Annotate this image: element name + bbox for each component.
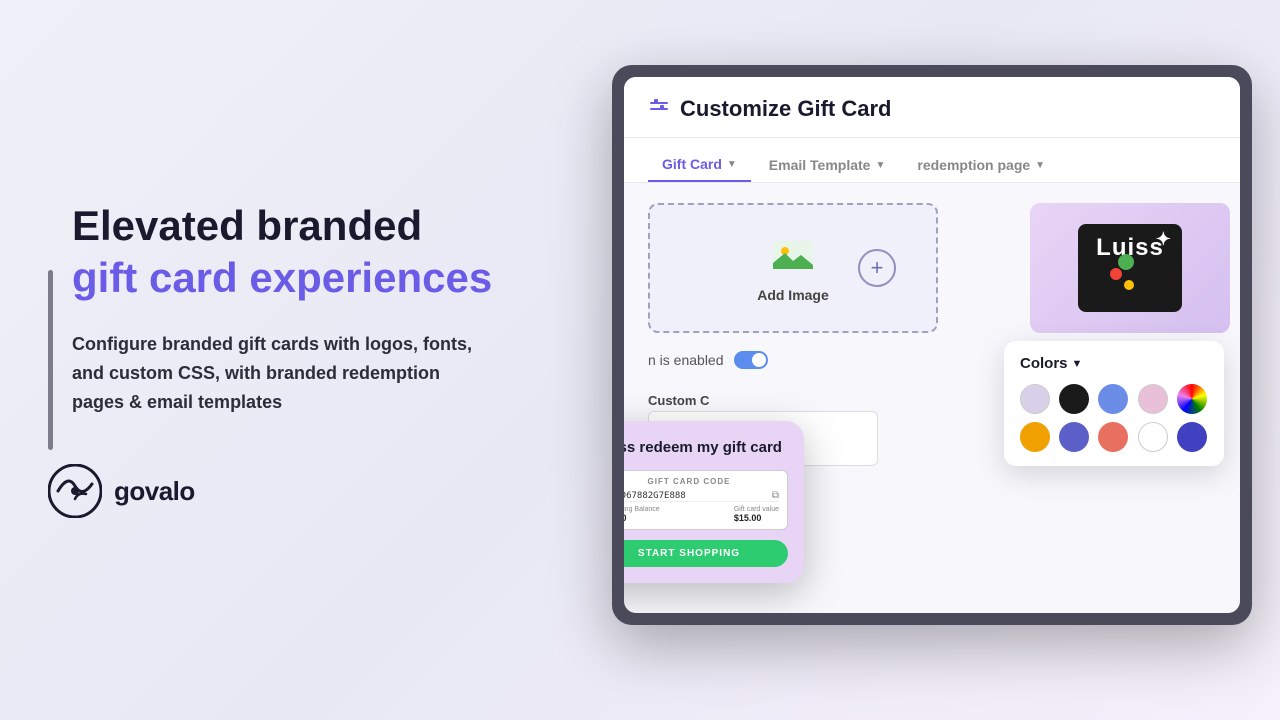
ui-header: Customize Gift Card xyxy=(624,77,1240,138)
swatch-dark-blue[interactable] xyxy=(1177,422,1207,452)
logo-area: govalo xyxy=(48,464,568,518)
colors-header: Colors ▼ xyxy=(1020,355,1208,372)
colors-grid xyxy=(1020,384,1208,452)
toggle-row: n is enabled xyxy=(648,351,768,369)
redemption-card: Luiss redeem my gift card GIFT CARD CODE… xyxy=(624,421,804,583)
copy-icon[interactable]: ⧉ xyxy=(772,490,779,501)
headline-block: Elevated branded gift card experiences C… xyxy=(48,202,568,465)
gift-value-label: Gift card value xyxy=(734,506,779,513)
swatch-lavender[interactable] xyxy=(1020,384,1050,414)
balance-row: Remaining Balance $15.00 Gift card value… xyxy=(624,501,779,523)
code-label: GIFT CARD CODE xyxy=(624,477,779,486)
swatch-blue[interactable] xyxy=(1098,384,1128,414)
code-value: H43DD67882G7E888 xyxy=(624,491,686,501)
left-panel: Elevated branded gift card experiences C… xyxy=(48,0,568,720)
swatch-white[interactable] xyxy=(1138,422,1168,452)
start-shopping-button[interactable]: START SHOPPING xyxy=(624,540,788,567)
toggle-knob xyxy=(752,353,766,367)
tab-email-arrow: ▼ xyxy=(875,160,885,171)
gift-card-inner: Luiss ✦ xyxy=(1078,224,1182,312)
description: Configure branded gift cards with logos,… xyxy=(72,330,492,416)
ui-window: Customize Gift Card Gift Card ▼ Email Te… xyxy=(612,65,1252,625)
gift-card-preview: Luiss ✦ xyxy=(1030,203,1230,333)
colors-label: Colors xyxy=(1020,355,1068,372)
logo-text: govalo xyxy=(114,476,195,507)
swatch-indigo[interactable] xyxy=(1059,422,1089,452)
code-box: GIFT CARD CODE H43DD67882G7E888 ⧉ Remain… xyxy=(624,470,788,530)
toggle-label: n is enabled xyxy=(648,352,724,368)
accent-bar xyxy=(48,270,53,450)
headline-line2: gift card experiences xyxy=(72,254,568,302)
toggle-switch[interactable] xyxy=(734,351,768,369)
upload-plus-button[interactable]: + xyxy=(858,249,896,287)
ui-inner: Customize Gift Card Gift Card ▼ Email Te… xyxy=(624,77,1240,613)
govalo-logo-icon xyxy=(48,464,102,518)
headline-line1: Elevated branded xyxy=(72,202,568,250)
swatch-rainbow[interactable] xyxy=(1177,384,1207,414)
swatch-coral[interactable] xyxy=(1098,422,1128,452)
tab-redemption-page[interactable]: redemption page ▼ xyxy=(903,148,1059,182)
gift-value-block: Gift card value $15.00 xyxy=(734,506,779,523)
custom-css-label: Custom C xyxy=(648,393,709,408)
upload-area[interactable]: Add Image + xyxy=(648,203,938,333)
remaining-value: $15.00 xyxy=(624,513,660,523)
swatch-black[interactable] xyxy=(1059,384,1089,414)
remaining-block: Remaining Balance $15.00 xyxy=(624,506,660,523)
swatch-pink[interactable] xyxy=(1138,384,1168,414)
remaining-label: Remaining Balance xyxy=(624,506,660,513)
redemption-title: Luiss redeem my gift card xyxy=(624,437,788,458)
add-image-label: Add Image xyxy=(757,287,829,303)
gift-card-dots xyxy=(1104,254,1134,294)
customize-icon xyxy=(648,95,670,123)
tab-redemption-arrow: ▼ xyxy=(1035,160,1045,171)
tab-gift-card-arrow: ▼ xyxy=(727,159,737,170)
code-row: H43DD67882G7E888 ⧉ xyxy=(624,490,779,501)
star-icon: ✦ xyxy=(1156,229,1172,250)
page-title: Customize Gift Card xyxy=(680,96,891,122)
colors-panel: Colors ▼ xyxy=(1004,341,1224,466)
colors-dropdown-arrow[interactable]: ▼ xyxy=(1072,358,1083,370)
ui-tabs: Gift Card ▼ Email Template ▼ redemption … xyxy=(624,138,1240,183)
tab-gift-card[interactable]: Gift Card ▼ xyxy=(648,148,751,182)
tab-email-template[interactable]: Email Template ▼ xyxy=(755,148,900,182)
gift-value: $15.00 xyxy=(734,513,779,523)
ui-content: Add Image + Luiss ✦ n is enabled xyxy=(624,183,1240,563)
swatch-orange[interactable] xyxy=(1020,422,1050,452)
add-image-icon xyxy=(771,233,815,277)
